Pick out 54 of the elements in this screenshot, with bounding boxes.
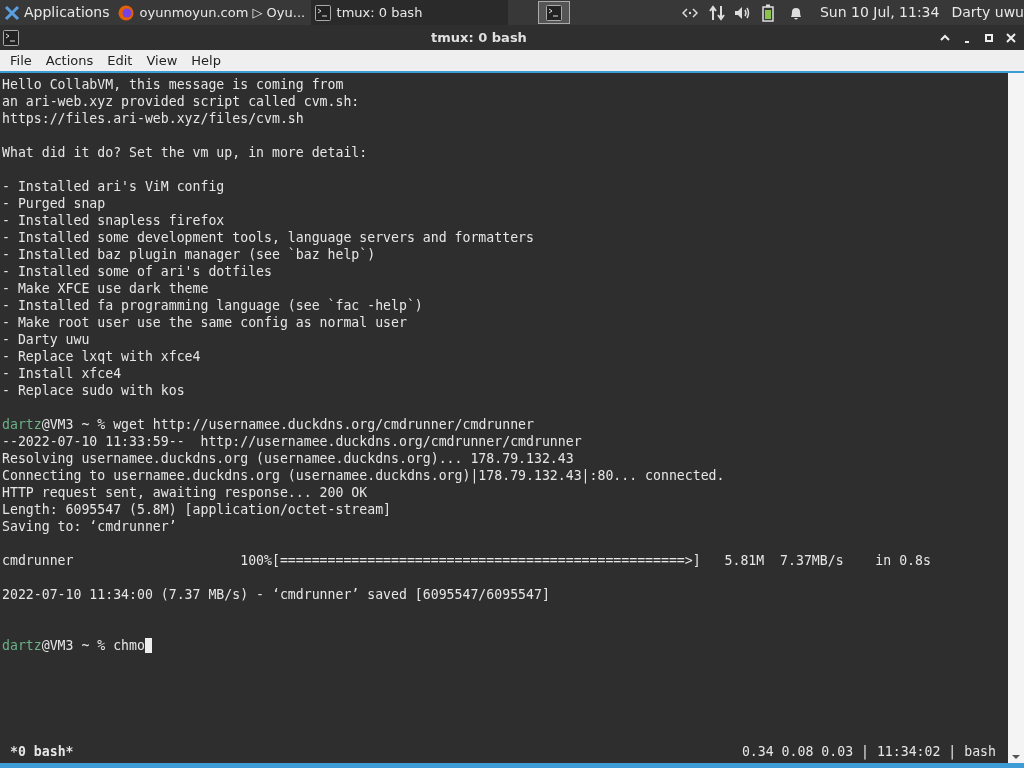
transfer-icon[interactable] [707,4,726,21]
scroll-down-icon[interactable] [1012,755,1020,759]
terminal-line: - Replace sudo with kos [2,382,185,399]
terminal-line: - Installed ari's ViM config [2,178,225,195]
taskbar-task[interactable]: tmux: 0 bash [310,0,508,25]
terminal-line: - Purged snap [2,195,106,212]
user-name[interactable]: Darty uwu [951,2,1024,23]
tmux-window-tab[interactable]: *0 bash* [10,742,74,760]
terminal-line: - Darty uwu [2,331,90,348]
terminal-icon [314,4,331,21]
battery-icon[interactable] [761,3,774,22]
terminal-line: - Replace lxqt with xfce4 [2,348,201,365]
menu-item[interactable]: Actions [38,50,101,71]
maximize-icon[interactable] [983,31,995,44]
terminal-line: Resolving usernamee.duckdns.org (usernamee.duckdns.org)... 178.79.132.43 [2,450,574,467]
terminal-line: --2022-07-10 11:33:59-- http://usernamee.duckdns.org/cmdrunner/cmdrunner [2,433,582,450]
browser-icon [117,4,134,21]
terminal-line: - Make XFCE use dark theme [2,280,209,297]
terminal-line: an ari-web.xyz provided script called cvm.sh: [2,93,360,110]
menu-item[interactable]: Help [184,50,228,71]
terminal-line: - Installed some of ari's dotfiles [2,263,272,280]
workspace-button[interactable] [537,1,570,24]
terminal-line: Hello CollabVM, this message is coming from [2,76,344,93]
prompt-user: dartz [2,416,42,433]
terminal-line: - Installed some development tools, language servers and formatters [2,229,534,246]
terminal-line: @VM3 ~ % chmo [41,637,145,654]
menu-item[interactable]: Edit [100,50,140,71]
menu-item[interactable]: File [3,50,39,71]
terminal-line: - Make root user use the same config as normal user [2,314,407,331]
text-cursor [144,638,152,653]
terminal-line: - Install xfce4 [2,365,122,382]
terminal-line: Length: 6095547 (5.8M) [application/octet-stream] [2,501,392,518]
prompt-user: dartz [2,637,42,654]
terminal-line: cmdrunner 100%[===================================================>] 5.81M 7.37MB/s in 0.8s [2,552,931,569]
tmux-status: 0.34 0.08 0.03 | 11:34:02 | bash [741,742,996,760]
xfce-logo-icon [4,4,20,21]
terminal-icon [545,4,562,21]
terminal-icon [3,29,19,46]
applications-menu[interactable]: Applications [0,0,114,25]
menu-item[interactable]: View [139,50,185,71]
terminal-line: - Installed snapless firefox [2,212,225,229]
network-icon[interactable] [681,7,698,18]
terminal-line: https://files.ari-web.xyz/files/cvm.sh [2,110,304,127]
clock[interactable]: Sun 10 Jul, 11:34 [819,2,940,23]
terminal-line: - Installed fa programming language (see `fac -help`) [2,297,423,314]
terminal-line: @VM3 ~ % wget http://usernamee.duckdns.org/cmdrunner/cmdrunner [41,416,534,433]
terminal-line: - Installed baz plugin manager (see `baz help`) [2,246,376,263]
close-icon[interactable] [1005,31,1017,44]
terminal-line: Connecting to usernamee.duckdns.org (usernamee.duckdns.org)|178.79.132.43|:80... connected. [2,467,725,484]
terminal-line: HTTP request sent, awaiting response... 200 OK [2,484,368,501]
terminal-line: 2022-07-10 11:34:00 (7.37 MB/s) - ‘cmdrunner’ saved [6095547/6095547] [2,586,550,603]
terminal-line: What did it do? Set the vm up, in more detail: [2,144,368,161]
terminal-line: Saving to: ‘cmdrunner’ [2,518,177,535]
window-title: tmux: 0 bash [430,28,528,47]
